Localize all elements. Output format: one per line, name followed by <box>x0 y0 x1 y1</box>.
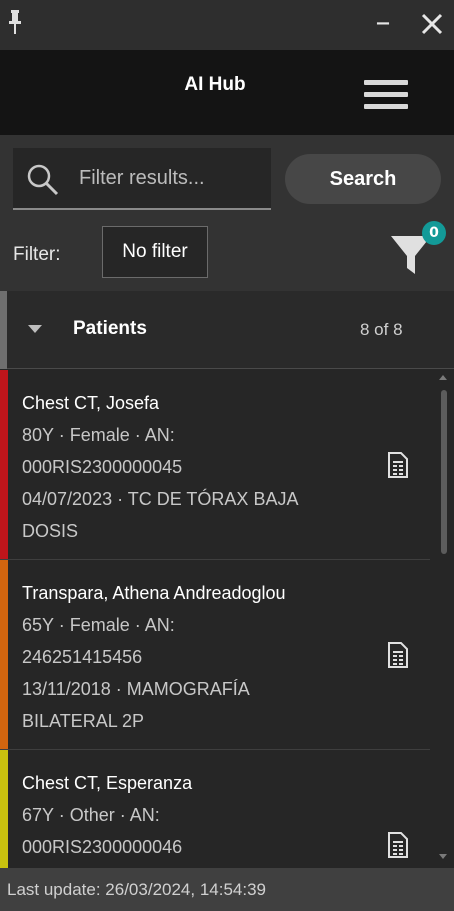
group-title: Patients <box>73 318 147 339</box>
report-document-icon[interactable] <box>388 642 408 668</box>
filter-label: Filter: <box>13 244 61 265</box>
report-document-icon[interactable] <box>388 452 408 478</box>
search-placeholder: Filter results... <box>79 167 205 189</box>
accession-number: 246251415456 <box>22 647 143 667</box>
scroll-down-arrow-icon[interactable] <box>439 854 447 859</box>
scroll-up-arrow-icon[interactable] <box>439 375 447 380</box>
pin-icon[interactable] <box>8 10 22 36</box>
filter-select[interactable]: No filter <box>102 226 208 278</box>
study-info-cont: BILATERAL 2P <box>22 711 145 731</box>
status-footer: Last update: 26/03/2024, 14:54:39 <box>0 868 454 911</box>
filter-count-badge: 0 <box>422 221 446 245</box>
caret-down-icon[interactable] <box>28 325 42 333</box>
accession-number: 000RIS2300000045 <box>22 457 183 477</box>
patient-demographics: 80Y · Female · AN: <box>22 425 175 445</box>
accession-number: 000RIS2300000046 <box>22 837 183 857</box>
hamburger-menu-icon[interactable] <box>364 80 408 112</box>
priority-stripe <box>0 370 8 559</box>
list-item[interactable]: Chest CT, Esperanza 67Y · Other · AN: 00… <box>0 750 430 868</box>
patient-name: Chest CT, Josefa <box>22 393 160 413</box>
list-scrollbar[interactable] <box>434 370 454 868</box>
close-icon[interactable] <box>418 10 446 38</box>
list-item[interactable]: Transpara, Athena Andreadoglou 65Y · Fem… <box>0 560 430 750</box>
group-count: 8 of 8 <box>360 320 403 339</box>
search-button[interactable]: Search <box>285 154 441 204</box>
patient-name: Chest CT, Esperanza <box>22 773 193 793</box>
app-title: AI Hub <box>184 74 246 95</box>
study-info: 04/07/2023 · TC DE TÓRAX BAJA <box>22 489 299 509</box>
priority-stripe <box>0 750 8 868</box>
patients-group-header[interactable]: Patients 8 of 8 <box>0 291 454 369</box>
app-header: AI Hub <box>0 50 454 135</box>
study-info-cont: DOSIS <box>22 521 79 541</box>
last-update-text: Last update: 26/03/2024, 14:54:39 <box>7 880 267 899</box>
minimize-icon[interactable]: – <box>370 8 396 38</box>
search-input[interactable]: Filter results... <box>13 148 271 210</box>
patient-demographics: 67Y · Other · AN: <box>22 805 160 825</box>
scroll-thumb[interactable] <box>441 390 447 554</box>
search-icon <box>27 164 59 196</box>
priority-stripe <box>0 560 8 749</box>
title-bar: – <box>0 0 454 50</box>
patient-name: Transpara, Athena Andreadoglou <box>22 583 286 603</box>
study-info: 13/11/2018 · MAMOGRAFÍA <box>22 679 250 699</box>
patient-demographics: 65Y · Female · AN: <box>22 615 175 635</box>
group-accent-bar <box>0 291 7 369</box>
list-item[interactable]: Chest CT, Josefa 80Y · Female · AN: 000R… <box>0 370 430 560</box>
search-panel: Filter results... Search Filter: No filt… <box>0 135 454 291</box>
patient-list: Chest CT, Josefa 80Y · Female · AN: 000R… <box>0 370 430 868</box>
report-document-icon[interactable] <box>388 832 408 858</box>
